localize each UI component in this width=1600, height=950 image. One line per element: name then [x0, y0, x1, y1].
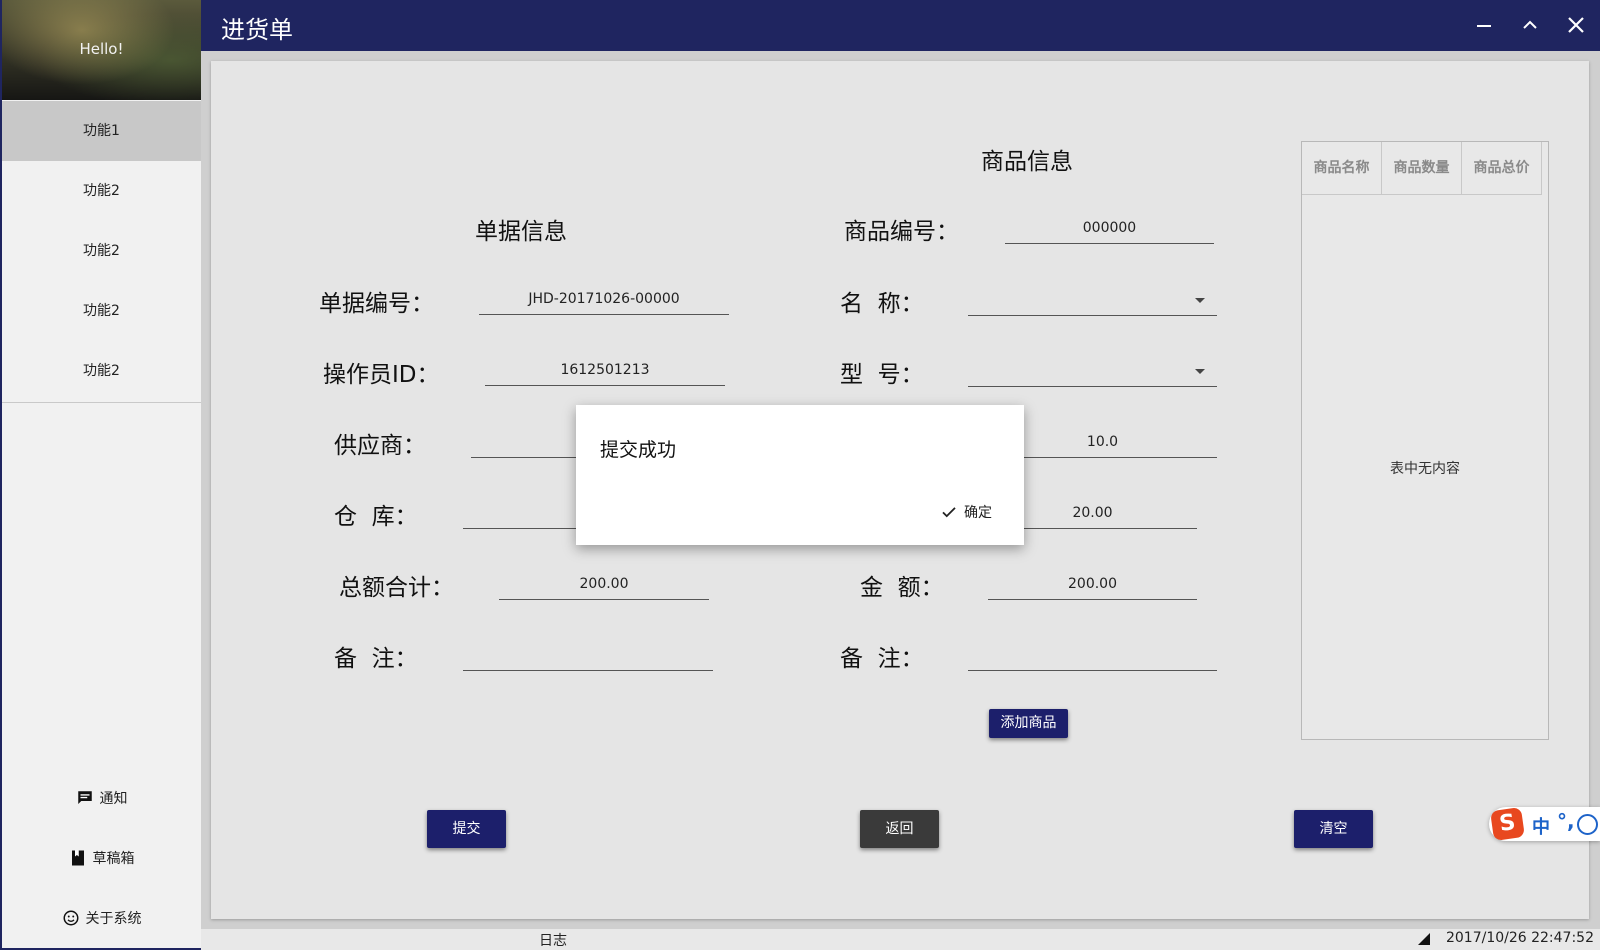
column-header-quantity[interactable]: 商品数量 [1382, 142, 1462, 194]
smiley-icon [63, 910, 78, 926]
sidebar-item-function-2c[interactable]: 功能2 [2, 281, 201, 341]
notifications-label: 通知 [99, 791, 128, 807]
ime-punct-label[interactable]: °, [1557, 809, 1575, 833]
goods-name-label: 名 称： [840, 291, 924, 317]
goods-note-field[interactable] [968, 640, 1217, 671]
doc-note-label: 备 注： [334, 646, 418, 672]
operator-id-label: 操作员ID： [323, 362, 440, 388]
success-dialog: 提交成功 确定 [576, 405, 1024, 545]
close-button[interactable] [1559, 8, 1593, 42]
notifications-link[interactable]: 通知 [2, 788, 201, 808]
dialog-message: 提交成功 [600, 439, 677, 461]
clear-button[interactable]: 清空 [1294, 810, 1373, 848]
table-header: 商品名称 商品数量 商品总价 [1302, 142, 1542, 195]
ime-logo-icon: S [1490, 806, 1525, 842]
total-field[interactable]: 200.00 [499, 569, 709, 600]
ime-emoji-icon[interactable] [1577, 814, 1598, 835]
sidebar-item-function-1[interactable]: 功能1 [2, 101, 201, 161]
column-header-name[interactable]: 商品名称 [1302, 142, 1382, 194]
greeting-text: Hello! [79, 40, 124, 58]
submit-button[interactable]: 提交 [427, 810, 506, 848]
goods-info-heading: 商品信息 [981, 149, 1073, 175]
goods-table: 商品名称 商品数量 商品总价 表中无内容 [1301, 141, 1549, 740]
add-goods-button[interactable]: 添加商品 [989, 709, 1068, 738]
sidebar-banner: Hello! [2, 0, 201, 100]
drafts-link[interactable]: 草稿箱 [2, 848, 201, 868]
caret-down-icon [1195, 369, 1205, 374]
ime-mode-label[interactable]: 中 [1532, 813, 1550, 839]
goods-amount-field[interactable]: 200.00 [988, 569, 1197, 600]
ime-toolbar[interactable]: S 中 °, [1489, 806, 1600, 842]
window-title: 进货单 [221, 16, 293, 44]
total-label: 总额合计： [339, 575, 454, 601]
goods-amount-label: 金 额： [860, 575, 944, 601]
sidebar-item-function-2d[interactable]: 功能2 [2, 341, 201, 401]
sidebar-item-function-2a[interactable]: 功能2 [2, 161, 201, 221]
supplier-label: 供应商： [334, 433, 426, 459]
maximize-button[interactable] [1513, 8, 1547, 42]
minimize-icon [1477, 25, 1491, 27]
status-datetime: 2017/10/26 22:47:52 [1445, 930, 1594, 946]
caret-down-icon [1195, 298, 1205, 303]
column-header-total[interactable]: 商品总价 [1462, 142, 1542, 194]
doc-note-field[interactable] [463, 640, 713, 671]
doc-number-field[interactable]: JHD-20171026-00000 [479, 284, 729, 315]
log-label[interactable]: 日志 [539, 930, 567, 950]
sidebar: Hello! 功能1 功能2 功能2 功能2 功能2 通知 草稿箱 关于系统 [2, 0, 202, 948]
check-icon [942, 507, 956, 518]
sidebar-item-function-2b[interactable]: 功能2 [2, 221, 201, 281]
goods-model-dropdown[interactable] [968, 356, 1217, 387]
resize-grip-icon[interactable] [1418, 933, 1430, 945]
close-icon [1568, 17, 1584, 33]
warehouse-label: 仓 库： [334, 504, 418, 530]
doc-number-label: 单据编号： [319, 291, 434, 317]
minimize-button[interactable] [1467, 8, 1501, 42]
confirm-label: 确定 [964, 505, 992, 521]
status-bar: 日志 2017/10/26 22:47:52 [201, 929, 1600, 950]
back-button[interactable]: 返回 [860, 810, 939, 848]
drafts-label: 草稿箱 [92, 851, 135, 867]
about-label: 关于系统 [85, 911, 142, 927]
title-bar: 进货单 [201, 0, 1600, 51]
goods-note-label: 备 注： [840, 646, 924, 672]
goods-model-label: 型 号： [840, 362, 924, 388]
about-link[interactable]: 关于系统 [2, 908, 201, 928]
goods-code-field[interactable]: 000000 [1005, 213, 1214, 244]
chevron-up-icon [1523, 20, 1537, 29]
confirm-button[interactable]: 确定 [940, 502, 992, 522]
sidebar-divider [2, 402, 201, 403]
table-empty-message: 表中无内容 [1390, 461, 1460, 477]
doc-info-heading: 单据信息 [475, 219, 567, 245]
goods-name-dropdown[interactable] [968, 285, 1217, 316]
goods-code-label: 商品编号： [844, 219, 959, 245]
bookmark-icon [71, 850, 84, 866]
operator-id-field[interactable]: 1612501213 [485, 355, 725, 386]
message-icon [77, 791, 92, 804]
